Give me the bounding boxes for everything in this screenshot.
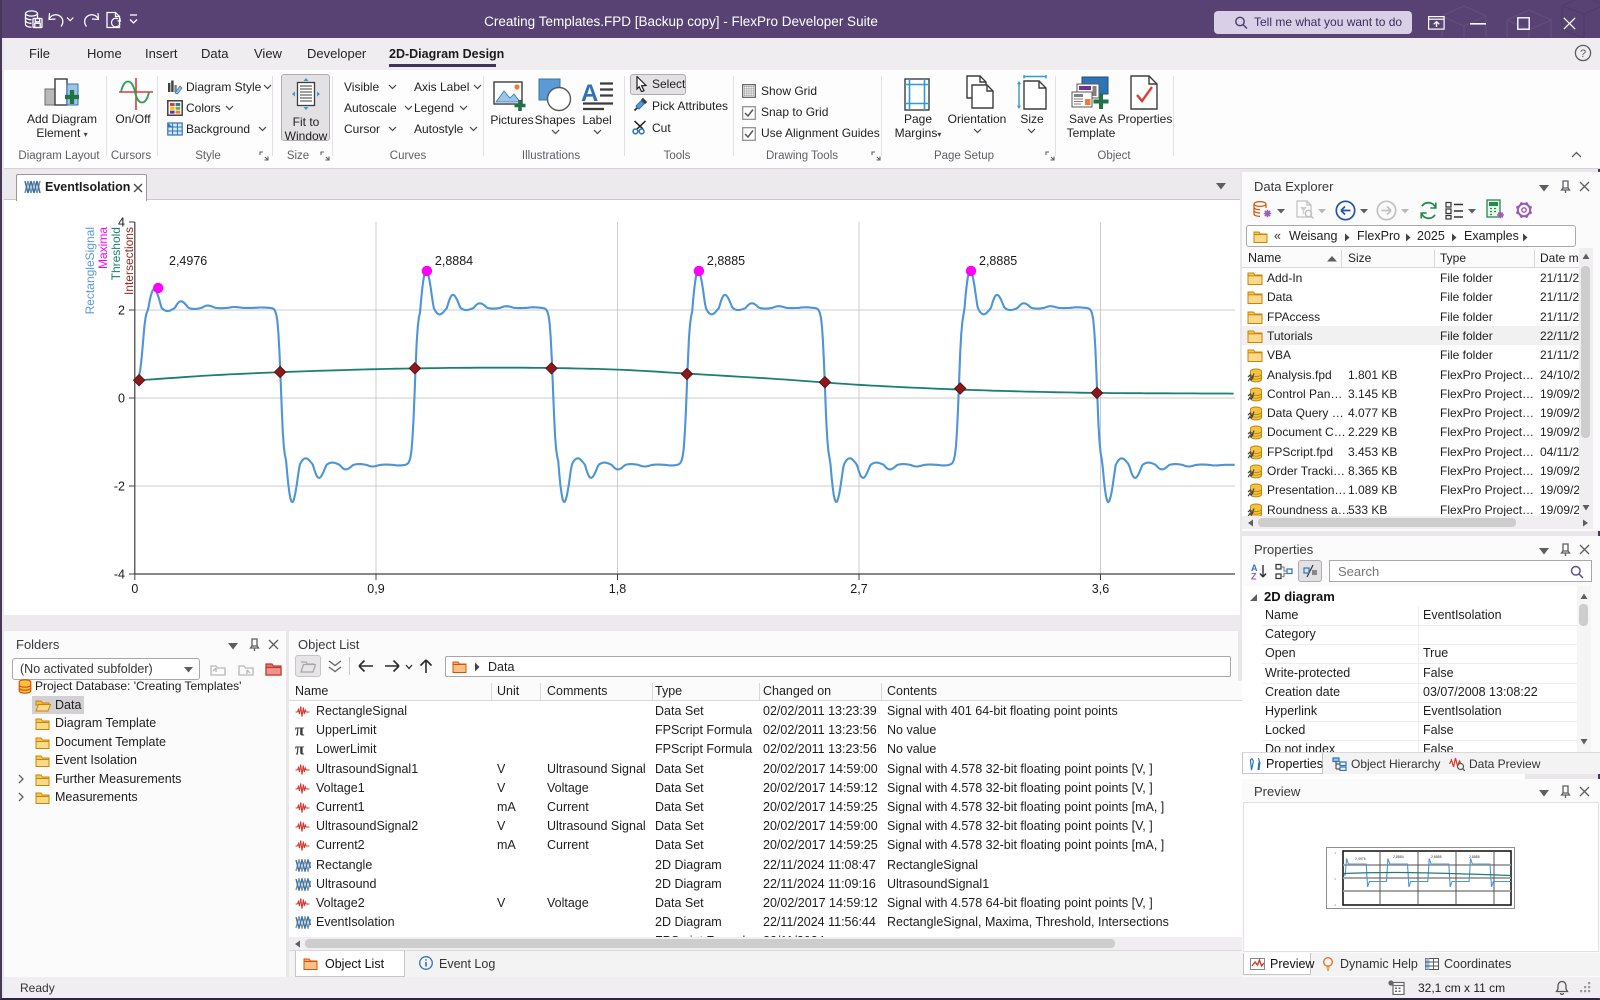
svg-text:Intersections: Intersections bbox=[122, 227, 136, 295]
svg-text:2: 2 bbox=[118, 304, 125, 318]
svg-text:1,8: 1,8 bbox=[609, 582, 626, 596]
svg-text:2,8885: 2,8885 bbox=[707, 254, 745, 268]
svg-text:0: 0 bbox=[1334, 877, 1336, 881]
svg-text:0,9: 0,9 bbox=[367, 582, 384, 596]
svg-text:Maxima: Maxima bbox=[96, 227, 110, 269]
svg-text:-4: -4 bbox=[114, 568, 125, 582]
svg-text:-2: -2 bbox=[114, 480, 125, 494]
svg-text:2,8885: 2,8885 bbox=[1469, 855, 1480, 859]
svg-text:4: 4 bbox=[1334, 851, 1336, 855]
svg-text:2,4976: 2,4976 bbox=[1355, 857, 1366, 861]
svg-text:π: π bbox=[295, 742, 305, 755]
svg-text:2,4976: 2,4976 bbox=[169, 254, 207, 268]
svg-text:?: ? bbox=[1580, 48, 1586, 60]
svg-text:2,8884: 2,8884 bbox=[1393, 855, 1404, 859]
svg-text:RectangleSignal: RectangleSignal bbox=[83, 227, 97, 314]
svg-text:π: π bbox=[295, 723, 305, 736]
svg-text:0: 0 bbox=[131, 582, 138, 596]
svg-text:2,8885: 2,8885 bbox=[979, 254, 1017, 268]
svg-text:-4: -4 bbox=[1333, 903, 1336, 907]
svg-text:Threshold: Threshold bbox=[109, 227, 123, 280]
svg-text:0: 0 bbox=[118, 392, 125, 406]
svg-text:2,8885: 2,8885 bbox=[1431, 855, 1442, 859]
svg-text:2,7: 2,7 bbox=[850, 582, 867, 596]
svg-text:3,6: 3,6 bbox=[1092, 582, 1109, 596]
svg-text:2,8884: 2,8884 bbox=[435, 254, 473, 268]
svg-text:Z: Z bbox=[1251, 572, 1257, 581]
